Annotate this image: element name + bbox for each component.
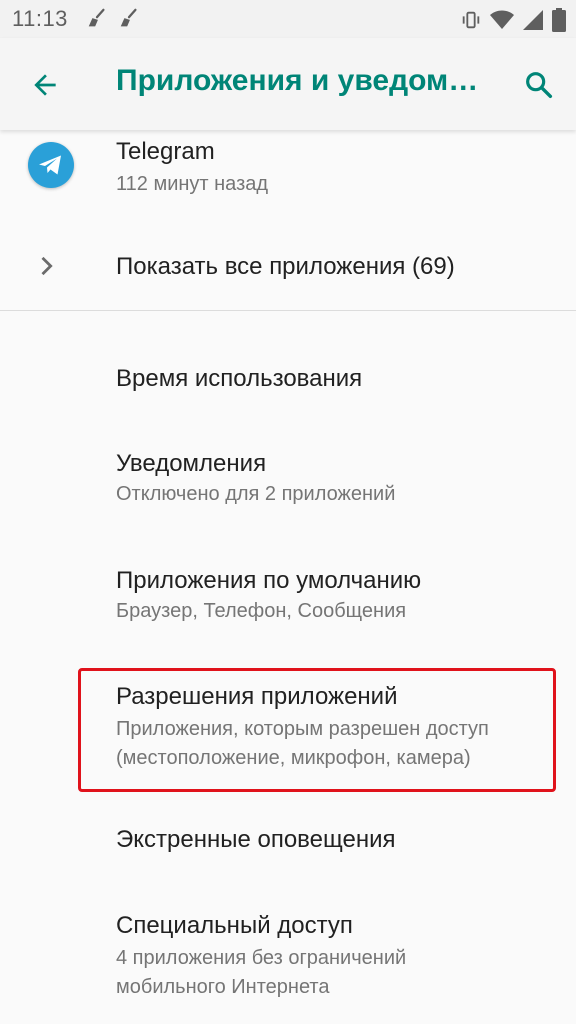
search-button[interactable] bbox=[516, 62, 562, 108]
settings-item-subtitle-line-2: мобильного Интернета bbox=[116, 976, 330, 998]
app-last-used: 112 минут назад bbox=[116, 173, 269, 195]
settings-item-special-access[interactable]: Специальный доступ 4 приложения без огра… bbox=[0, 902, 576, 1012]
search-icon bbox=[526, 72, 553, 99]
app-bar: Приложения и уведом… bbox=[0, 38, 576, 130]
battery-icon bbox=[552, 8, 566, 38]
back-button[interactable] bbox=[22, 62, 68, 108]
settings-item-title: Специальный доступ bbox=[116, 912, 353, 939]
signal-icon bbox=[522, 9, 544, 37]
arrow-back-icon bbox=[34, 74, 56, 96]
broom-icon bbox=[86, 8, 108, 36]
divider bbox=[0, 310, 576, 311]
settings-list: Telegram 112 минут назад Показать все пр… bbox=[0, 130, 576, 1024]
status-bar: 11:13 bbox=[0, 0, 576, 38]
settings-item-subtitle: Браузер, Телефон, Сообщения bbox=[116, 600, 407, 622]
wifi-icon bbox=[490, 9, 514, 37]
settings-item-emergency-alerts[interactable]: Экстренные оповещения bbox=[0, 816, 576, 876]
show-all-apps-item[interactable]: Показать все приложения (69) bbox=[0, 226, 576, 306]
status-right-icons bbox=[460, 8, 566, 38]
settings-item-title: Приложения по умолчанию bbox=[116, 567, 422, 594]
status-left-icons bbox=[86, 8, 140, 36]
settings-item-notifications[interactable]: Уведомления Отключено для 2 приложений bbox=[0, 440, 576, 520]
status-time: 11:13 bbox=[12, 6, 68, 31]
screen: 11:13 Приложения и уведом… Telegram 112 … bbox=[0, 0, 576, 1024]
show-all-apps-label: Показать все приложения (69) bbox=[116, 253, 455, 280]
vibrate-icon bbox=[460, 9, 482, 37]
recent-app-item[interactable]: Telegram 112 минут назад bbox=[0, 130, 576, 216]
settings-item-default-apps[interactable]: Приложения по умолчанию Браузер, Телефон… bbox=[0, 557, 576, 637]
app-name: Telegram bbox=[116, 138, 215, 165]
settings-item-title: Время использования bbox=[116, 365, 363, 392]
settings-item-screen-time[interactable]: Время использования bbox=[0, 345, 576, 405]
settings-item-title: Уведомления bbox=[116, 450, 267, 477]
highlight-frame bbox=[78, 668, 556, 792]
telegram-icon bbox=[28, 142, 74, 188]
settings-item-subtitle-line-1: 4 приложения без ограничений bbox=[116, 947, 407, 969]
settings-item-subtitle: Отключено для 2 приложений bbox=[116, 483, 396, 505]
settings-item-title: Экстренные оповещения bbox=[116, 826, 396, 853]
broom-icon bbox=[118, 8, 140, 36]
page-title: Приложения и уведом… bbox=[116, 64, 479, 97]
chevron-right-icon bbox=[41, 256, 53, 276]
